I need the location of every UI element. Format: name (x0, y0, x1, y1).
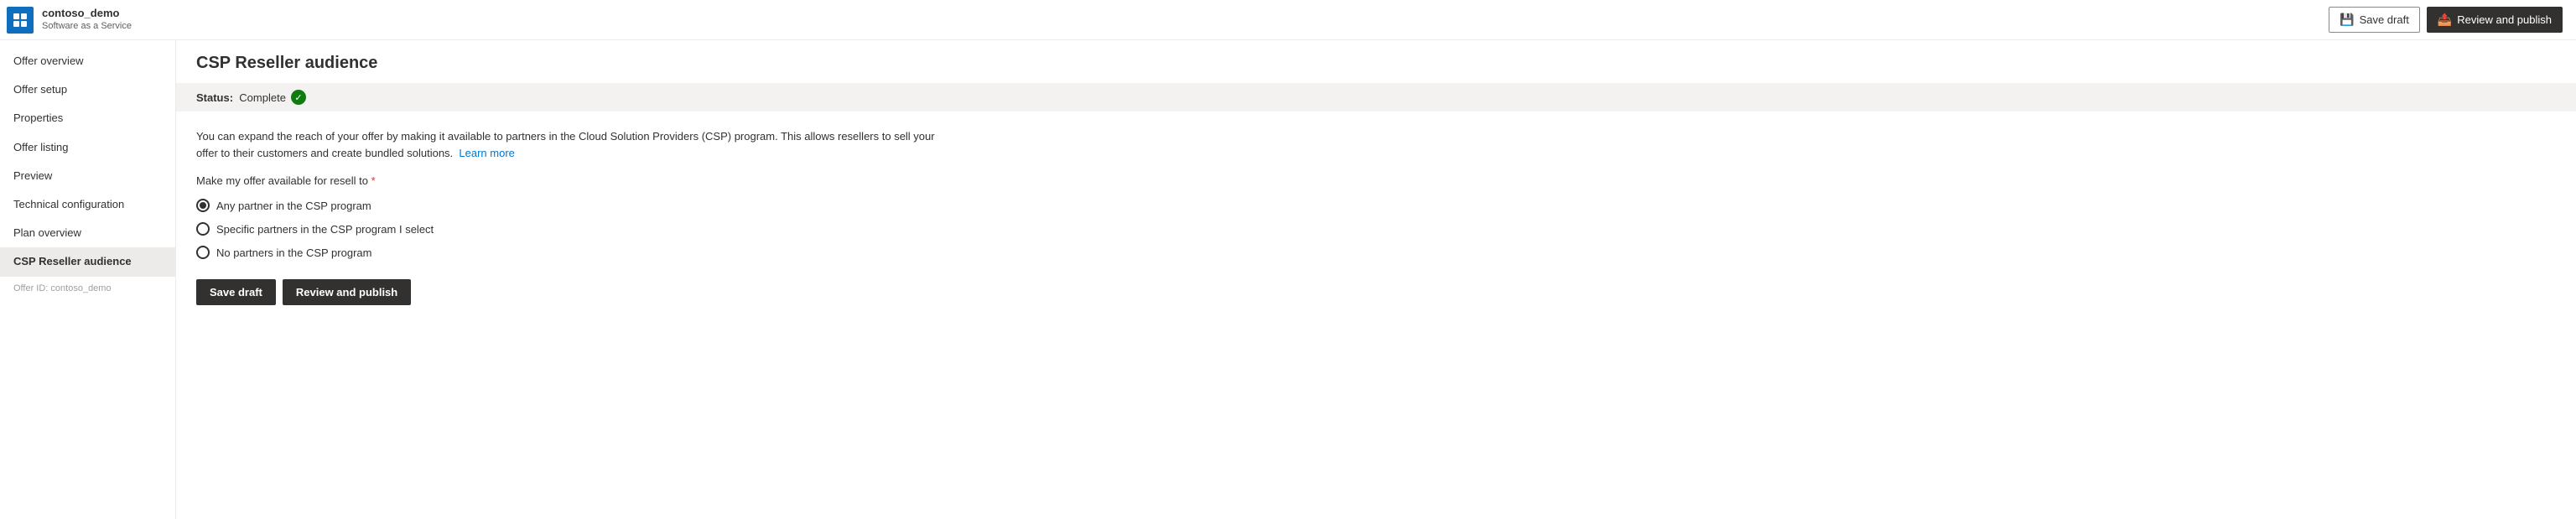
app-title: contoso_demo Software as a Service (42, 7, 132, 32)
main-layout: Offer overview Offer setup Properties Of… (0, 40, 2576, 519)
radio-specific-partners-input[interactable] (196, 222, 210, 236)
learn-more-link[interactable]: Learn more (459, 147, 514, 159)
sidebar-item-csp-reseller-audience[interactable]: CSP Reseller audience (0, 247, 175, 276)
publish-icon: 📤 (2438, 13, 2452, 27)
status-label: Status: Complete (196, 91, 286, 104)
header-save-draft-button[interactable]: 💾 Save draft (2329, 7, 2420, 33)
app-icon (7, 7, 34, 34)
sidebar-item-plan-overview[interactable]: Plan overview (0, 219, 175, 247)
radio-no-partners-input[interactable] (196, 246, 210, 259)
app-name: contoso_demo (42, 7, 132, 21)
content-area: CSP Reseller audience Status: Complete ✓… (176, 40, 2576, 519)
app-subtitle: Software as a Service (42, 21, 132, 32)
radio-specific-partners[interactable]: Specific partners in the CSP program I s… (196, 222, 2556, 236)
sidebar-item-offer-setup[interactable]: Offer setup (0, 75, 175, 104)
app-branding: contoso_demo Software as a Service (0, 7, 132, 34)
sidebar-item-properties[interactable]: Properties (0, 104, 175, 132)
radio-no-partners[interactable]: No partners in the CSP program (196, 246, 2556, 259)
status-bar: Status: Complete ✓ (176, 83, 2576, 112)
section-label: Make my offer available for resell to * (196, 174, 2556, 187)
top-bar: contoso_demo Software as a Service 💾 Sav… (0, 0, 2576, 40)
header-review-publish-button[interactable]: 📤 Review and publish (2427, 7, 2563, 33)
status-complete-icon: ✓ (291, 90, 306, 105)
offer-id: Offer ID: contoso_demo (0, 277, 175, 300)
save-draft-button[interactable]: Save draft (196, 279, 276, 305)
sidebar-item-technical-configuration[interactable]: Technical configuration (0, 190, 175, 219)
sidebar-item-preview[interactable]: Preview (0, 162, 175, 190)
top-bar-actions: 💾 Save draft 📤 Review and publish (2329, 7, 2563, 33)
page-header: CSP Reseller audience Status: Complete ✓ (176, 40, 2576, 112)
radio-group: Any partner in the CSP program Specific … (196, 199, 2556, 259)
page-title: CSP Reseller audience (196, 54, 2556, 73)
sidebar-item-offer-listing[interactable]: Offer listing (0, 133, 175, 162)
radio-any-partner-input[interactable] (196, 199, 210, 212)
description-text: You can expand the reach of your offer b… (196, 128, 951, 161)
sidebar-item-offer-overview[interactable]: Offer overview (0, 47, 175, 75)
review-publish-button[interactable]: Review and publish (283, 279, 411, 305)
page-content: You can expand the reach of your offer b… (176, 112, 2576, 519)
radio-any-partner[interactable]: Any partner in the CSP program (196, 199, 2556, 212)
action-buttons: Save draft Review and publish (196, 279, 2556, 305)
sidebar: Offer overview Offer setup Properties Of… (0, 40, 176, 519)
save-icon: 💾 (2340, 13, 2354, 27)
